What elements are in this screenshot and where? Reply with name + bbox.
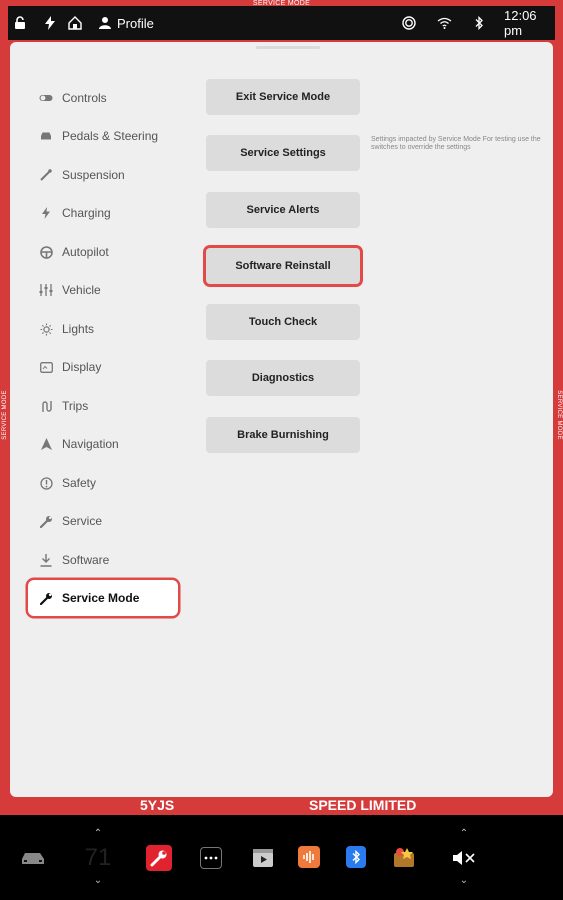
sidebar-item-navigation[interactable]: Navigation bbox=[28, 426, 178, 462]
software-reinstall-button[interactable]: Software Reinstall bbox=[206, 248, 360, 284]
service-info-bar: 5YJS SPEED LIMITED bbox=[10, 797, 553, 815]
settings-panel: Controls Pedals & Steering Suspension Ch… bbox=[10, 42, 553, 797]
sidebar-item-label: Software bbox=[62, 553, 110, 567]
unlock-icon[interactable] bbox=[13, 6, 27, 40]
temperature-down-arrow[interactable]: ⌄ bbox=[88, 873, 108, 887]
sidebar-item-label: Autopilot bbox=[62, 245, 109, 259]
sidebar-item-charging[interactable]: Charging bbox=[28, 195, 178, 231]
brake-burnishing-button[interactable]: Brake Burnishing bbox=[206, 417, 360, 453]
vehicle-plate-label: 5YJS bbox=[140, 797, 175, 813]
homelink-icon[interactable] bbox=[68, 6, 82, 40]
sidebar-item-autopilot[interactable]: Autopilot bbox=[28, 234, 178, 270]
download-icon bbox=[38, 552, 54, 568]
service-mode-side-label-right: SERVICE MODE bbox=[555, 390, 562, 440]
sidebar-item-vehicle[interactable]: Vehicle bbox=[28, 272, 178, 308]
wifi-icon bbox=[437, 6, 452, 40]
sidebar-item-label: Suspension bbox=[62, 168, 125, 182]
bluetooth-icon bbox=[474, 6, 484, 40]
sidebar-item-label: Navigation bbox=[62, 437, 119, 451]
service-mode-side-label-left: SERVICE MODE bbox=[1, 390, 8, 440]
sidebar-item-label: Service bbox=[62, 514, 103, 528]
wrench-icon bbox=[38, 590, 54, 606]
sidebar-item-label: Pedals & Steering bbox=[62, 129, 159, 143]
charging-bolt-icon bbox=[44, 6, 56, 40]
alert-circle-icon bbox=[38, 475, 54, 491]
volume-muted-icon[interactable] bbox=[450, 847, 478, 869]
diagnostics-button[interactable]: Diagnostics bbox=[206, 360, 360, 396]
sliders-icon bbox=[38, 282, 54, 298]
sidebar-item-label: Trips bbox=[62, 399, 89, 413]
car-icon bbox=[38, 128, 54, 144]
sidebar-item-label: Controls bbox=[62, 91, 107, 105]
toybox-icon[interactable] bbox=[392, 846, 416, 868]
wrench-icon bbox=[38, 513, 54, 529]
sidebar-item-controls[interactable]: Controls bbox=[28, 80, 178, 116]
display-icon bbox=[38, 359, 54, 375]
volume-down-arrow[interactable]: ⌄ bbox=[454, 873, 474, 887]
sidebar-item-pedals-steering[interactable]: Pedals & Steering bbox=[28, 118, 178, 154]
sidebar-item-suspension[interactable]: Suspension bbox=[28, 157, 178, 193]
panel-drag-handle[interactable] bbox=[256, 46, 320, 49]
person-icon bbox=[99, 17, 111, 29]
sidebar-item-label: Vehicle bbox=[62, 283, 101, 297]
service-settings-hint: Settings impacted by Service Mode For te… bbox=[371, 136, 541, 151]
profile-button[interactable]: Profile bbox=[99, 6, 154, 40]
sidebar-item-software[interactable]: Software bbox=[28, 542, 178, 578]
bottom-dock: ⌃ 71 ⌄ ⌃ ⌄ bbox=[0, 815, 563, 900]
volume-up-arrow[interactable]: ⌃ bbox=[454, 826, 474, 840]
dashcam-icon[interactable] bbox=[402, 6, 416, 40]
sidebar-item-service-mode[interactable]: Service Mode bbox=[28, 580, 178, 616]
touch-check-button[interactable]: Touch Check bbox=[206, 304, 360, 340]
service-alerts-button[interactable]: Service Alerts bbox=[206, 192, 360, 228]
sun-icon bbox=[38, 321, 54, 337]
sidebar-item-label: Charging bbox=[62, 206, 111, 220]
suspension-icon bbox=[38, 167, 54, 183]
profile-label: Profile bbox=[117, 15, 154, 31]
trips-icon bbox=[38, 398, 54, 414]
sidebar-item-trips[interactable]: Trips bbox=[28, 388, 178, 424]
car-icon[interactable] bbox=[16, 843, 50, 873]
sidebar-item-label: Display bbox=[62, 360, 102, 374]
clock: 12:06 pm bbox=[504, 8, 537, 38]
sidebar-item-safety[interactable]: Safety bbox=[28, 465, 178, 501]
audio-equalizer-icon[interactable] bbox=[298, 846, 320, 868]
exit-service-mode-button[interactable]: Exit Service Mode bbox=[206, 79, 360, 115]
sidebar-item-label: Service Mode bbox=[62, 591, 140, 605]
bluetooth-app-icon[interactable] bbox=[346, 846, 366, 868]
toggle-icon bbox=[38, 90, 54, 106]
speed-limited-label: SPEED LIMITED bbox=[309, 797, 417, 813]
service-settings-button[interactable]: Service Settings bbox=[206, 135, 360, 171]
sidebar-item-lights[interactable]: Lights bbox=[28, 311, 178, 347]
temperature-readout[interactable]: 71 bbox=[78, 841, 118, 875]
theater-icon[interactable] bbox=[252, 847, 274, 869]
steering-wheel-icon bbox=[38, 244, 54, 260]
temperature-up-arrow[interactable]: ⌃ bbox=[88, 826, 108, 840]
navigation-arrow-icon bbox=[38, 436, 54, 452]
service-wrench-app-icon[interactable] bbox=[146, 845, 172, 871]
sidebar-item-label: Lights bbox=[62, 322, 95, 336]
bolt-icon bbox=[38, 205, 54, 221]
sidebar-item-display[interactable]: Display bbox=[28, 349, 178, 385]
sidebar-item-service[interactable]: Service bbox=[28, 503, 178, 539]
sidebar-item-label: Safety bbox=[62, 476, 97, 490]
status-bar: Profile 12:06 pm bbox=[8, 6, 555, 40]
more-apps-icon[interactable] bbox=[200, 847, 222, 869]
